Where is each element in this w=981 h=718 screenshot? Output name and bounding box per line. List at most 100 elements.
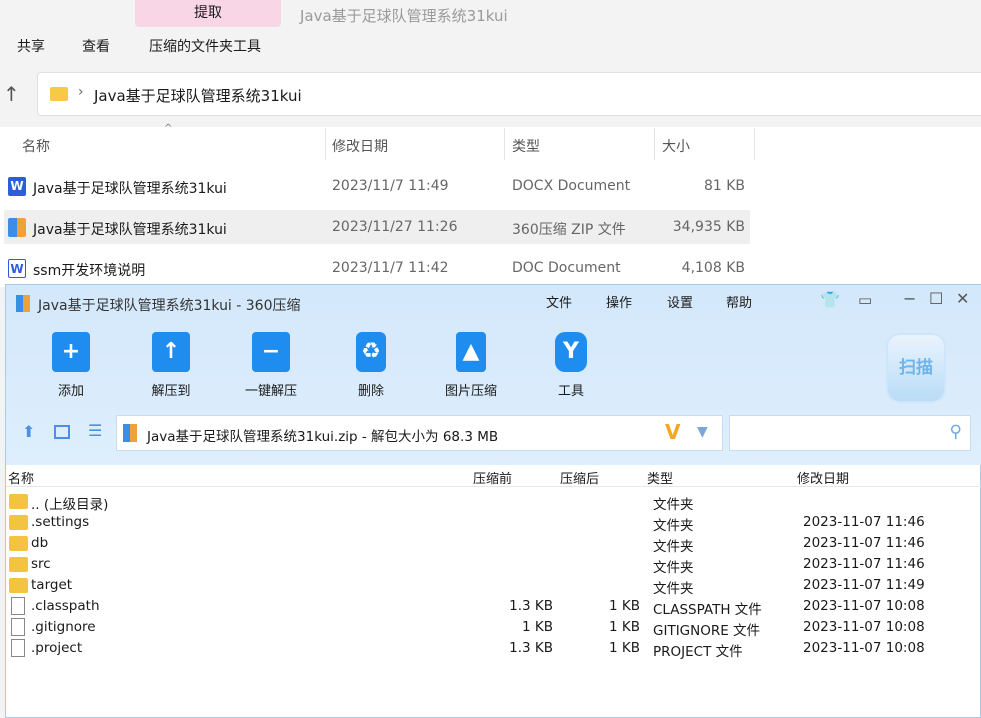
file-name: Java基于足球队管理系统31kui <box>33 181 227 197</box>
entry-date: 2023-11-07 11:46 <box>803 556 925 572</box>
menu-settings[interactable]: 设置 <box>667 292 693 311</box>
entry-type: 文件夹 <box>653 497 694 513</box>
col-name[interactable]: 名称 <box>8 468 34 487</box>
add-button[interactable]: + 添加 <box>31 332 111 399</box>
dropdown-arrow-icon[interactable]: ▼ <box>697 424 708 440</box>
col-type[interactable]: 类型 <box>512 136 540 156</box>
entry-type: 文件夹 <box>653 539 694 555</box>
file-date: 2023/11/7 11:42 <box>332 260 449 276</box>
entry-before: 1.3 KB <box>509 640 553 656</box>
entry-name: .classpath <box>31 598 100 614</box>
entry-name: src <box>31 556 51 572</box>
entry-date: 2023-11-07 11:46 <box>803 535 925 551</box>
entry-type: 文件夹 <box>653 581 694 597</box>
window-title: Java基于足球队管理系统31kui <box>300 7 508 25</box>
up-arrow-icon[interactable]: ↑ <box>3 82 20 106</box>
col-after[interactable]: 压缩后 <box>560 468 599 487</box>
up-level-icon[interactable]: ⬆ <box>22 422 35 441</box>
menu-operate[interactable]: 操作 <box>606 292 632 311</box>
entry-name: target <box>31 577 73 593</box>
address-bar[interactable]: › Java基于足球队管理系统31kui <box>37 72 981 116</box>
search-icon[interactable]: ⚲ <box>950 422 962 442</box>
file-date: 2023/11/7 11:49 <box>332 178 449 194</box>
zip-app-icon <box>16 295 30 312</box>
skin-icon[interactable]: 👕 <box>820 290 840 309</box>
file-type: DOCX Document <box>512 178 631 194</box>
entry-after: 1 KB <box>609 598 640 614</box>
feedback-icon[interactable]: ▭ <box>858 291 872 309</box>
scan-button[interactable]: 扫描 <box>886 333 946 403</box>
extract-icon: ↑ <box>152 332 190 372</box>
col-size[interactable]: 大小 <box>662 136 690 156</box>
archive-row[interactable]: target 文件夹 2023-11-07 11:49 <box>6 575 981 597</box>
list-view-icon[interactable]: ☰ <box>88 421 102 440</box>
file-type: DOC Document <box>512 260 621 276</box>
entry-type: CLASSPATH 文件 <box>653 602 762 618</box>
tools-button[interactable]: Y 工具 <box>531 332 611 399</box>
zip-icon <box>8 218 26 237</box>
minimize-icon[interactable]: − <box>903 289 916 308</box>
extract-to-button[interactable]: ↑ 解压到 <box>131 332 211 399</box>
col-date[interactable]: 修改日期 <box>797 468 849 487</box>
zip-header: Java基于足球队管理系统31kui - 360压缩 文件 操作 设置 帮助 👕… <box>6 285 981 465</box>
word-icon: W <box>8 177 26 196</box>
menu-share[interactable]: 共享 <box>17 36 45 56</box>
file-size: 4,108 KB <box>681 260 745 276</box>
tools-icon: Y <box>555 332 587 372</box>
tools-label: 工具 <box>557 384 584 399</box>
entry-date: 2023-11-07 10:08 <box>803 598 925 614</box>
entry-date: 2023-11-07 11:46 <box>803 514 925 530</box>
detail-view-icon[interactable] <box>54 425 70 439</box>
folder-icon <box>9 557 28 572</box>
entry-name: .project <box>31 640 83 656</box>
search-input[interactable]: ⚲ <box>729 415 971 451</box>
delete-button[interactable]: ♻ 删除 <box>331 332 411 399</box>
file-size: 81 KB <box>703 178 745 194</box>
file-icon <box>11 639 25 657</box>
entry-date: 2023-11-07 10:08 <box>803 619 925 635</box>
entry-before: 1.3 KB <box>509 598 553 614</box>
menu-file[interactable]: 文件 <box>546 292 572 311</box>
archive-row[interactable]: .. (上级目录) 文件夹 <box>6 491 981 513</box>
image-compress-icon: ▲ <box>456 332 486 372</box>
entry-type: 文件夹 <box>653 560 694 576</box>
archive-row[interactable]: .classpath 1.3 KB 1 KB CLASSPATH 文件 2023… <box>6 596 981 618</box>
menu-view[interactable]: 查看 <box>82 36 110 56</box>
folder-icon <box>9 578 28 593</box>
image-compress-button[interactable]: ▲ 图片压缩 <box>431 332 511 399</box>
archive-row[interactable]: src 文件夹 2023-11-07 11:46 <box>6 554 981 576</box>
add-label: 添加 <box>57 384 84 399</box>
archive-row[interactable]: .settings 文件夹 2023-11-07 11:46 <box>6 512 981 534</box>
menu-compressed-folder-tools[interactable]: 压缩的文件夹工具 <box>149 36 261 56</box>
chevron-right-icon: › <box>78 84 84 100</box>
col-type[interactable]: 类型 <box>647 468 673 487</box>
recycle-icon: ♻ <box>356 332 386 372</box>
delete-label: 删除 <box>357 384 384 399</box>
archive-row[interactable]: .gitignore 1 KB 1 KB GITIGNORE 文件 2023-1… <box>6 617 981 639</box>
path-text: Java基于足球队管理系统31kui.zip - 解包大小为 68.3 MB <box>147 429 499 445</box>
extract-to-label: 解压到 <box>151 384 191 399</box>
folder-icon <box>9 494 28 509</box>
archive-row[interactable]: db 文件夹 2023-11-07 11:46 <box>6 533 981 555</box>
tab-extract[interactable]: 提取 <box>135 0 281 27</box>
menu-help[interactable]: 帮助 <box>726 292 752 311</box>
file-row[interactable]: W ssm开发环境说明 2023/11/7 11:42 DOC Document… <box>4 251 750 285</box>
maximize-icon[interactable]: ☐ <box>929 289 943 308</box>
entry-name: .settings <box>31 514 90 530</box>
col-before[interactable]: 压缩前 <box>473 468 512 487</box>
zip-window: Java基于足球队管理系统31kui - 360压缩 文件 操作 设置 帮助 👕… <box>5 284 981 718</box>
entry-type: GITIGNORE 文件 <box>653 623 761 639</box>
path-bar[interactable]: Java基于足球队管理系统31kui.zip - 解包大小为 68.3 MB V… <box>116 415 723 451</box>
col-date[interactable]: 修改日期 <box>332 136 388 156</box>
file-row-selected[interactable]: Java基于足球队管理系统31kui 2023/11/27 11:26 360压… <box>4 210 750 244</box>
one-click-extract-button[interactable]: − 一键解压 <box>231 332 311 399</box>
file-date: 2023/11/27 11:26 <box>332 219 458 235</box>
zip-window-title: Java基于足球队管理系统31kui - 360压缩 <box>38 298 301 314</box>
entry-type: PROJECT 文件 <box>653 644 743 660</box>
archive-row[interactable]: .project 1.3 KB 1 KB PROJECT 文件 2023-11-… <box>6 638 981 660</box>
folder-icon <box>50 87 68 101</box>
col-name[interactable]: 名称 <box>22 136 50 156</box>
file-row[interactable]: W Java基于足球队管理系统31kui 2023/11/7 11:49 DOC… <box>4 169 750 203</box>
close-icon[interactable]: ✕ <box>956 289 969 308</box>
file-icon <box>11 597 25 615</box>
